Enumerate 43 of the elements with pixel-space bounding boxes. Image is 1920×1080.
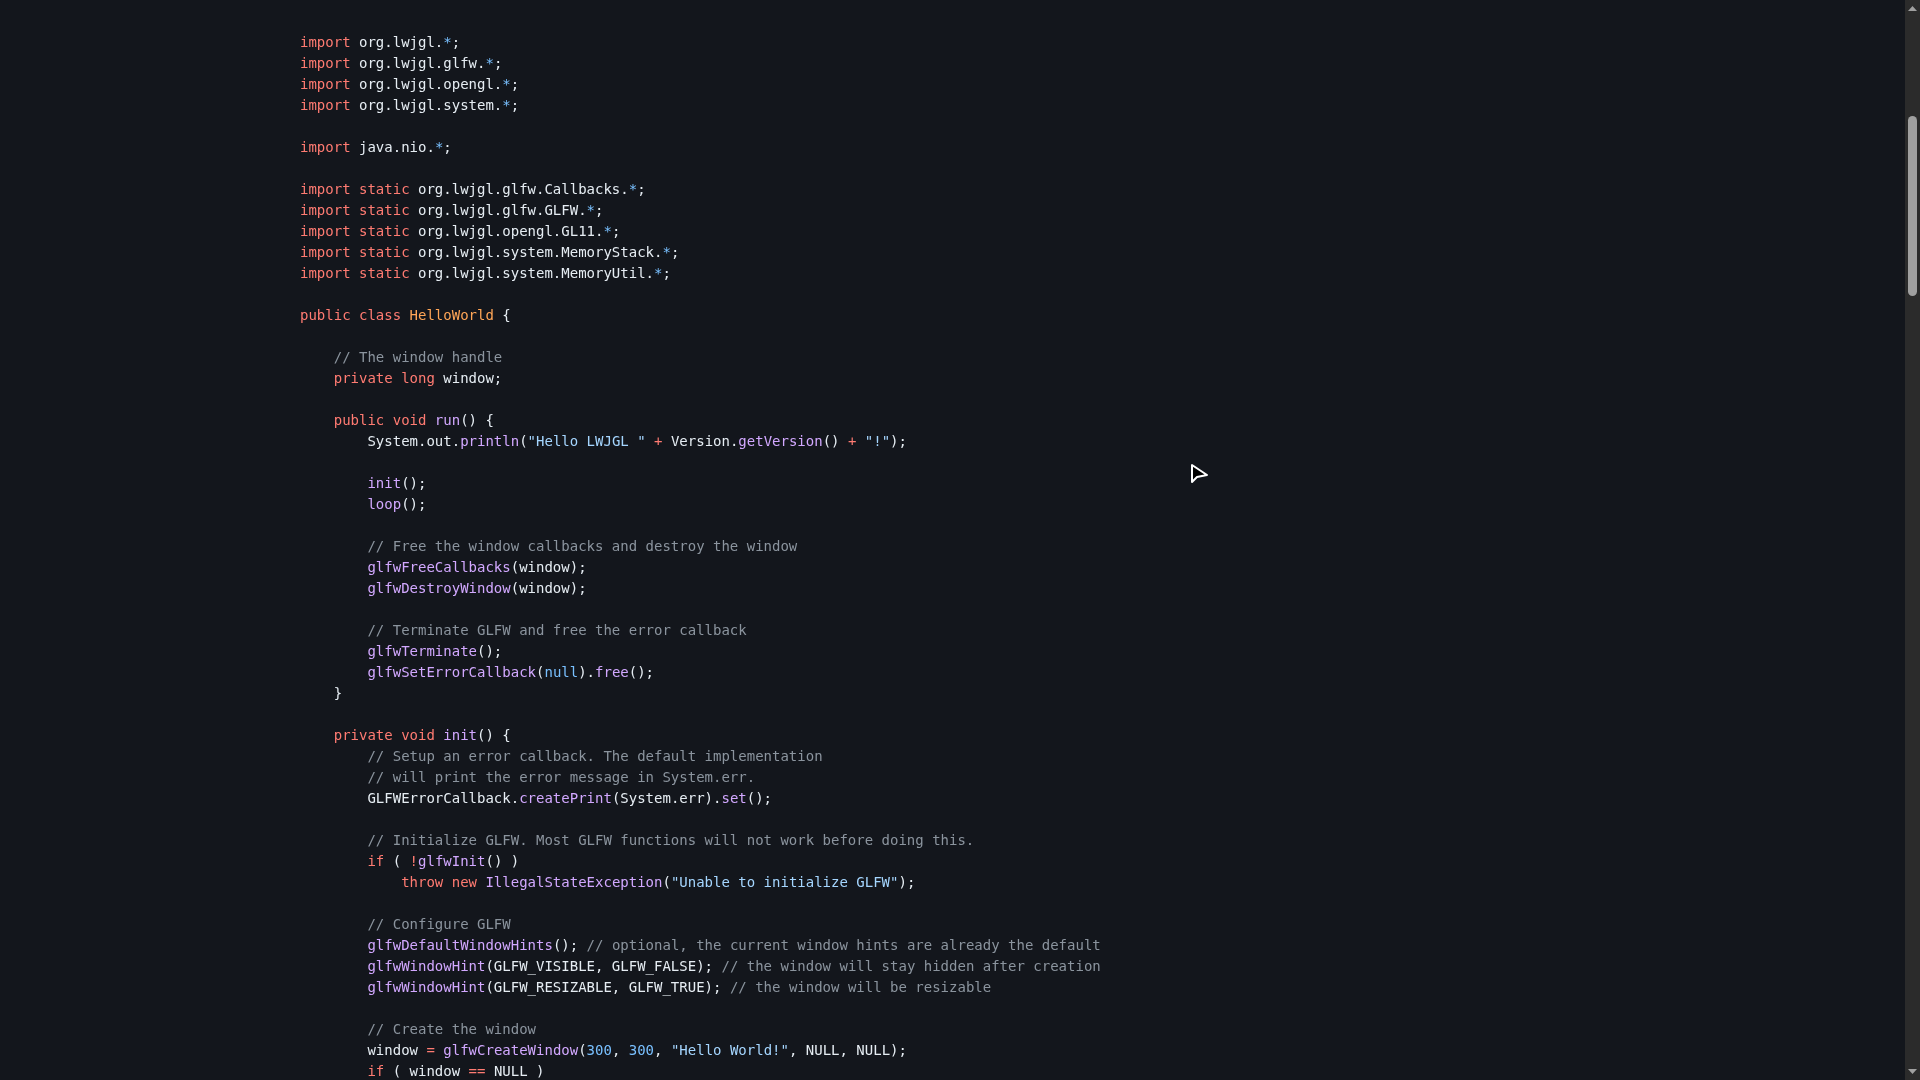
code-line: import static org.lwjgl.glfw.Callbacks.*; bbox=[300, 180, 646, 199]
code-line: glfwWindowHint(GLFW_VISIBLE, GLFW_FALSE); // the window will stay hidden after creation bbox=[366, 957, 1101, 977]
code-line: import static org.lwjgl.glfw.GLFW.*; bbox=[300, 201, 604, 220]
code-line: // Terminate GLFW and free the error callback bbox=[366, 621, 747, 640]
code-line: private long window; bbox=[332, 369, 503, 388]
code-line: public class HelloWorld { bbox=[300, 306, 511, 325]
code-line: import org.lwjgl.glfw.*; bbox=[300, 54, 503, 73]
code-line: GLFWErrorCallback.createPrint(System.err).set(); bbox=[366, 789, 773, 808]
code-line: glfwTerminate(); bbox=[366, 642, 503, 661]
code-line: if ( window == NULL ) bbox=[366, 1062, 545, 1080]
code-line: if ( !glfwInit() ) bbox=[366, 852, 520, 871]
code-line: // Create the window bbox=[366, 1020, 536, 1039]
code-line: // Initialize GLFW. Most GLFW functions will not work before doing this. bbox=[366, 831, 975, 850]
code-line: init(); bbox=[366, 474, 427, 493]
code-line: System.out.println("Hello LWJGL " + Version.getVersion() + "!"); bbox=[366, 432, 907, 451]
code-line: glfwDefaultWindowHints(); // optional, the current window hints are already the default bbox=[366, 936, 1101, 955]
code-line: glfwWindowHint(GLFW_RESIZABLE, GLFW_TRUE); // the window will be resizable bbox=[366, 978, 992, 998]
code-line: import java.nio.*; bbox=[300, 138, 452, 157]
code-line: import org.lwjgl.system.*; bbox=[300, 96, 520, 115]
code-line: // Configure GLFW bbox=[366, 915, 511, 934]
code-line: // Free the window callbacks and destroy the window bbox=[366, 537, 798, 556]
scrollbar-thumb[interactable] bbox=[1908, 116, 1917, 296]
mouse-pointer-icon bbox=[1190, 463, 1210, 485]
scroll-up-arrow-icon[interactable] bbox=[1908, 6, 1917, 11]
code-line: import static org.lwjgl.system.MemoryStack.*; bbox=[300, 243, 680, 262]
code-line: import org.lwjgl.opengl.*; bbox=[300, 75, 520, 94]
code-line: // Setup an error callback. The default implementation bbox=[366, 747, 823, 766]
code-line: import org.lwjgl.*; bbox=[300, 33, 461, 52]
code-line: throw new IllegalStateException("Unable to initialize GLFW"); bbox=[400, 873, 916, 892]
code-line: glfwDestroyWindow(window); bbox=[366, 579, 587, 598]
code-line: public void run() { bbox=[332, 411, 494, 430]
code-line: window = glfwCreateWindow(300, 300, "Hello World!", NULL, NULL); bbox=[366, 1041, 907, 1060]
code-line: glfwFreeCallbacks(window); bbox=[366, 558, 587, 577]
code-line: // will print the error message in System.err. bbox=[366, 768, 756, 787]
code-line: import static org.lwjgl.system.MemoryUtil.*; bbox=[300, 264, 671, 283]
scroll-down-arrow-icon[interactable] bbox=[1908, 1069, 1917, 1074]
code-line: loop(); bbox=[366, 495, 427, 514]
code-line: // The window handle bbox=[332, 348, 503, 367]
code-line: private void init() { bbox=[332, 726, 511, 745]
code-line: import static org.lwjgl.opengl.GL11.*; bbox=[300, 222, 621, 241]
scrollbar[interactable] bbox=[1905, 0, 1920, 1080]
code-line: glfwSetErrorCallback(null).free(); bbox=[366, 663, 655, 682]
code-line: } bbox=[332, 684, 343, 703]
